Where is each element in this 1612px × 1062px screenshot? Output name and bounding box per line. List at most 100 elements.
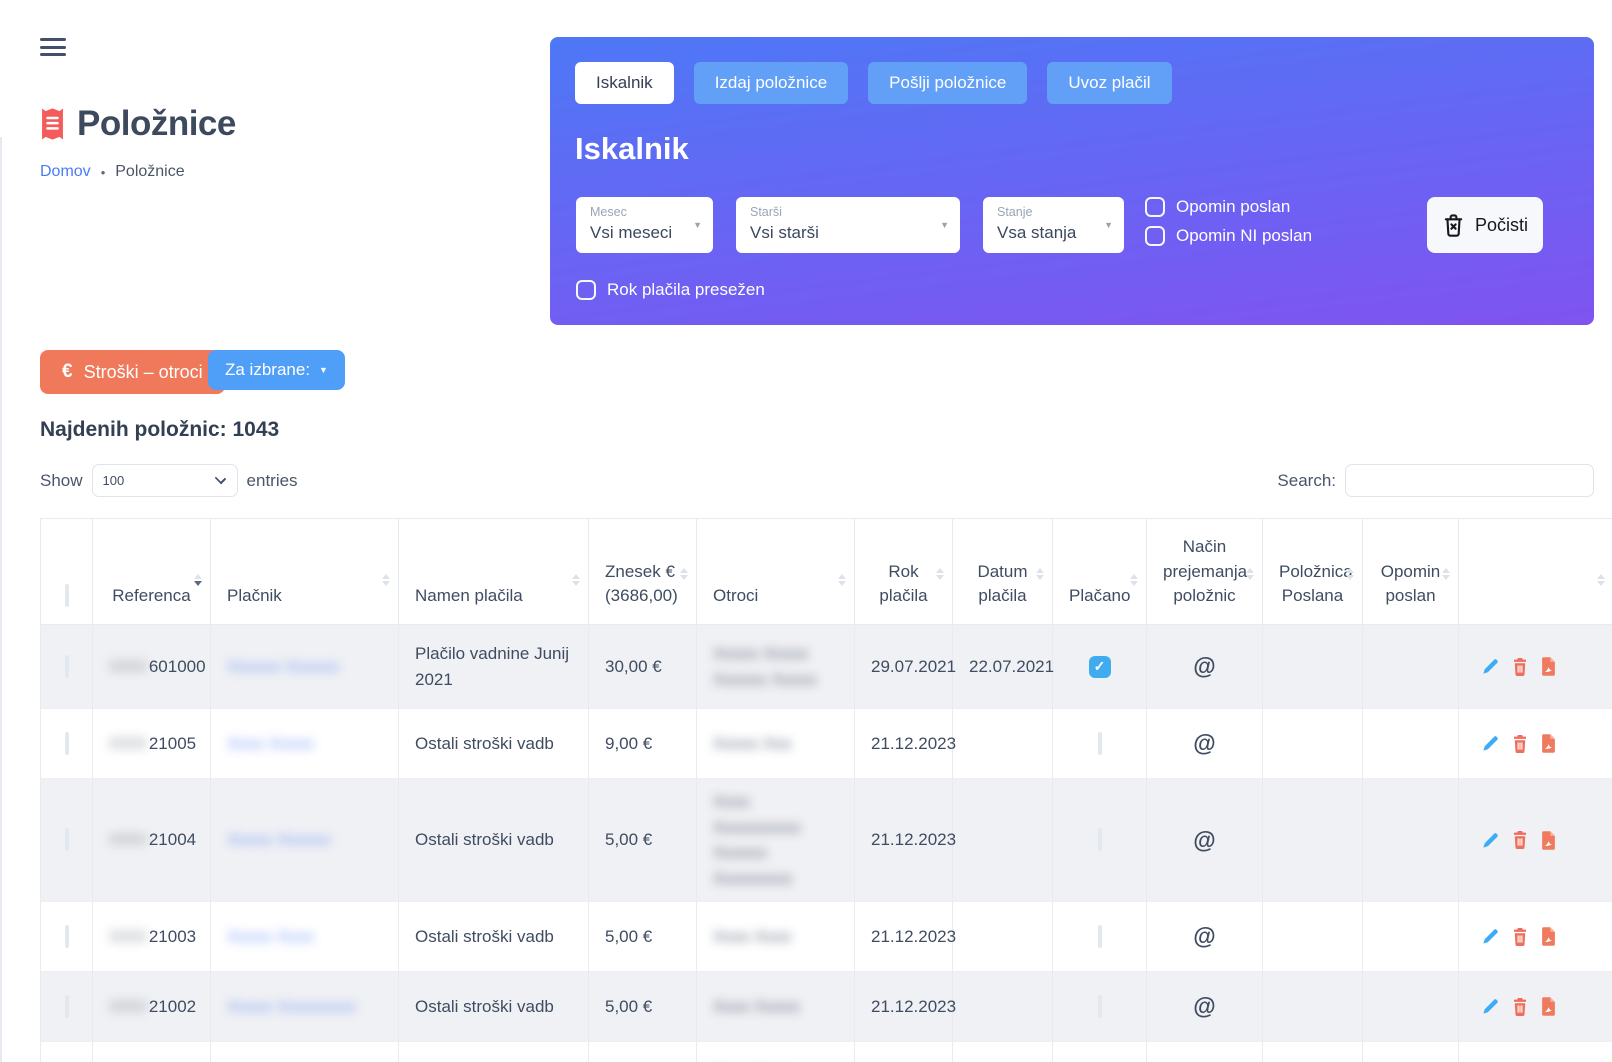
edit-icon[interactable] [1481, 831, 1500, 850]
row-select-checkbox[interactable] [65, 655, 69, 678]
breadcrumb-home-link[interactable]: Domov [40, 163, 91, 181]
amount-cell: 9,00 € [589, 709, 697, 779]
page-length-select[interactable]: 100 [92, 464, 238, 497]
paid-checkbox-unchecked[interactable] [1098, 732, 1102, 755]
hamburger-menu-icon[interactable] [40, 38, 66, 58]
paid-cell [1053, 1042, 1147, 1062]
column-header-label: Znesek € [605, 560, 680, 585]
column-header-datum-placila[interactable]: Datumplačila [953, 519, 1053, 625]
parents-select-value: Vsi starši [750, 223, 934, 243]
row-select-checkbox[interactable] [65, 995, 69, 1018]
table-row: 000021003Xxxxx XxxxOstali stroški vadb5,… [41, 902, 1612, 972]
breadcrumb-separator: • [101, 165, 106, 180]
search-input[interactable] [1345, 464, 1594, 497]
column-header-referenca[interactable]: Referenca [93, 519, 211, 625]
purpose-cell: Ostali stroški vadb [399, 709, 589, 779]
checkbox-icon[interactable] [1145, 226, 1165, 246]
paid-checkbox-unchecked[interactable] [1098, 995, 1102, 1018]
delete-icon[interactable] [1511, 734, 1529, 754]
month-select-label: Mesec [590, 205, 687, 219]
purpose-cell: Ostali stroški vadb [399, 902, 589, 972]
paid-cell [1053, 972, 1147, 1042]
edit-icon[interactable] [1481, 657, 1500, 676]
payer-cell: Xxxx Xxxxx [211, 709, 399, 779]
chevron-down-icon [214, 473, 225, 484]
receipt-icon [40, 107, 65, 141]
delete-icon[interactable] [1511, 657, 1529, 677]
email-at-icon: @ [1193, 730, 1215, 756]
paid-checkbox-unchecked[interactable] [1098, 925, 1102, 948]
payer-link-redacted[interactable]: Xxxxx Xxxxxx [227, 830, 331, 849]
child-name-redacted: Xxxxx Xxx [713, 731, 838, 757]
payment-date-cell [953, 709, 1053, 779]
paid-checkbox-unchecked[interactable] [1098, 828, 1102, 851]
payer-link-redacted[interactable]: Xxxxx Xxxx [227, 927, 314, 946]
checkbox-icon[interactable] [1145, 197, 1165, 217]
row-select-checkbox[interactable] [65, 925, 69, 948]
reminder-sent-checkbox[interactable]: Opomin poslan [1145, 197, 1312, 217]
payer-cell: Xxxxxx Xxxxxx [211, 625, 399, 709]
delete-icon[interactable] [1511, 830, 1529, 850]
parents-select[interactable]: Starši Vsi starši ▼ [736, 197, 960, 253]
column-header-nacin-prejemanja-polozic[interactable]: Načinprejemanjapoložnic [1147, 519, 1263, 625]
tab-poslji-polozice[interactable]: Pošlji položnice [868, 62, 1027, 104]
edit-icon[interactable] [1481, 997, 1500, 1016]
reference-value: 21002 [149, 997, 196, 1016]
column-header-row-actions[interactable] [1459, 519, 1612, 625]
column-header-polozica-poslana[interactable]: PoložnicaPoslana [1263, 519, 1363, 625]
reference-value: 21005 [149, 734, 196, 753]
breadcrumb: Domov • Položnice [40, 163, 185, 181]
pdf-icon[interactable] [1540, 733, 1557, 754]
delete-icon[interactable] [1511, 927, 1529, 947]
children-cell: Xxxx Xxxx [697, 902, 855, 972]
checkbox-icon[interactable] [576, 280, 596, 300]
payer-link-redacted[interactable]: Xxxxxx Xxxxxx [227, 657, 339, 676]
column-header-placano[interactable]: Plačano [1053, 519, 1147, 625]
month-select[interactable]: Mesec Vsi meseci ▼ [576, 197, 713, 253]
row-select-checkbox[interactable] [65, 828, 69, 851]
row-select-checkbox[interactable] [65, 732, 69, 755]
column-header-placnik[interactable]: Plačnik [211, 519, 399, 625]
chevron-down-icon: ▼ [693, 220, 702, 230]
paid-checkbox-checked[interactable]: ✓ [1089, 656, 1111, 678]
delivery-method-cell: @ [1147, 779, 1263, 902]
column-header-opomin-poslan[interactable]: Opominposlan [1363, 519, 1459, 625]
due-date-cell: 21.12.2023 [855, 709, 953, 779]
search-label: Search: [1277, 471, 1336, 491]
clear-filters-button[interactable]: Počisti [1427, 197, 1543, 253]
pdf-icon[interactable] [1540, 656, 1557, 677]
overdue-checkbox[interactable]: Rok plačila presežen [576, 280, 765, 300]
costs-children-button[interactable]: € Stroški – otroci [40, 350, 225, 394]
reminder-not-sent-checkbox[interactable]: Opomin NI poslan [1145, 226, 1312, 246]
reference-prefix-redacted: 0000 [109, 734, 147, 753]
invoice-sent-cell [1263, 709, 1363, 779]
table-header: Referenca Plačnik Namen plačilaZnesek €(36… [41, 519, 1612, 625]
column-header-znesek[interactable]: Znesek €(3686,00) [589, 519, 697, 625]
tab-iskalnik[interactable]: Iskalnik [575, 62, 674, 104]
select-all-checkbox[interactable] [65, 584, 69, 607]
delete-icon[interactable] [1511, 997, 1529, 1017]
payment-date-cell [953, 779, 1053, 902]
edit-icon[interactable] [1481, 927, 1500, 946]
table-row: 000021001Xxxxx XxxxOstali stroški vadb9,… [41, 1042, 1612, 1062]
tab-izdaj-polozice[interactable]: Izdaj položnice [694, 62, 848, 104]
status-select[interactable]: Stanje Vsa stanja ▼ [983, 197, 1124, 253]
payment-date-cell [953, 972, 1053, 1042]
row-select-cell [41, 625, 93, 709]
row-select-cell [41, 902, 93, 972]
pdf-icon[interactable] [1540, 830, 1557, 851]
for-selected-dropdown-button[interactable]: Za izbrane: ▼ [208, 350, 345, 390]
payer-link-redacted[interactable]: Xxxx Xxxxx [227, 734, 314, 753]
column-header-namen-placila[interactable]: Namen plačila [399, 519, 589, 625]
search-panel: Iskalnik Izdaj položnice Pošlji položnic… [550, 37, 1594, 325]
column-header-otroci[interactable]: Otroci [697, 519, 855, 625]
column-header-label: Opomin [1379, 560, 1442, 585]
pdf-icon[interactable] [1540, 996, 1557, 1017]
pdf-icon[interactable] [1540, 926, 1557, 947]
tab-uvoz-placil[interactable]: Uvoz plačil [1047, 62, 1171, 104]
payer-link-redacted[interactable]: Xxxxx Xxxxxxxxx [227, 997, 356, 1016]
column-header-rok-placila[interactable]: Rokplačila [855, 519, 953, 625]
reminder-sent-cell [1363, 972, 1459, 1042]
edit-icon[interactable] [1481, 734, 1500, 753]
column-header-label: Plačnik [227, 584, 382, 609]
